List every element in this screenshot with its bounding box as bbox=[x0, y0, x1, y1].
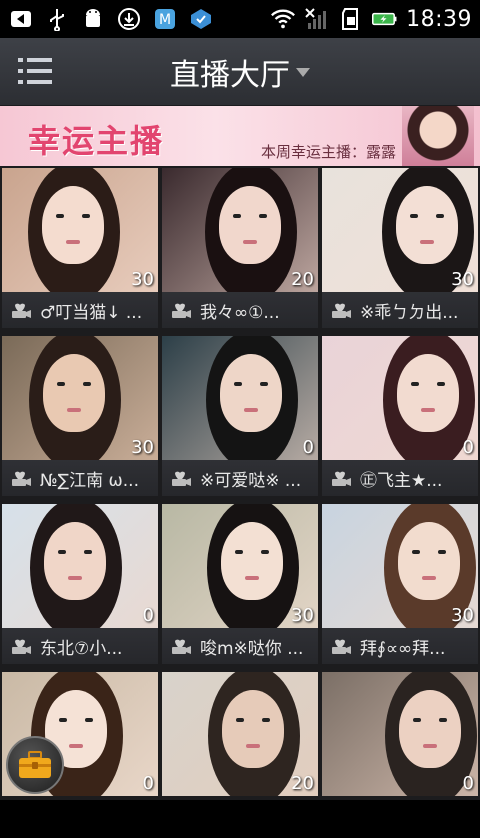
stream-caption: 唆m※哒你 ... bbox=[162, 628, 318, 664]
host-name: ※可爱哒※ ... bbox=[200, 470, 302, 491]
banner-subtitle: 本周幸运主播：露露 bbox=[260, 143, 396, 161]
heart-camera-icon bbox=[332, 303, 351, 318]
usb-icon bbox=[44, 6, 70, 32]
heart-camera-icon bbox=[332, 471, 351, 486]
viewer-count: 0 bbox=[462, 773, 474, 794]
host-name: 我々∞①... bbox=[200, 302, 280, 323]
stream-tile[interactable]: 0 bbox=[320, 670, 480, 838]
viewer-count: 0 bbox=[142, 605, 154, 626]
stream-caption: ㊣飞主★... bbox=[322, 460, 478, 496]
viewer-count: 20 bbox=[291, 269, 314, 290]
stream-thumbnail bbox=[322, 336, 478, 460]
android-debug-icon bbox=[80, 6, 106, 32]
host-name: ♂叮当猫↓ ... bbox=[40, 302, 143, 323]
list-menu-icon[interactable] bbox=[18, 56, 54, 86]
host-name: ※乖ㄅㄉ出... bbox=[360, 302, 459, 323]
lucky-host-banner[interactable]: 幸运主播 本周幸运主播：露露 bbox=[0, 106, 480, 166]
stream-caption: ※可爱哒※ ... bbox=[162, 460, 318, 496]
sd-card-icon bbox=[338, 6, 364, 32]
status-bar: M 18:39 bbox=[0, 0, 480, 38]
svg-text:M: M bbox=[159, 12, 171, 28]
viewer-count: 30 bbox=[451, 605, 474, 626]
stream-tile[interactable]: 30 唆m※哒你 ... bbox=[160, 502, 320, 670]
heart-camera-icon bbox=[12, 303, 31, 318]
stream-tile[interactable]: 0 ※可爱哒※ ... bbox=[160, 334, 320, 502]
banner-host-photo bbox=[402, 106, 474, 166]
stream-tile[interactable]: 30 №∑江南 ω... bbox=[0, 334, 160, 502]
header: 直播大厅 bbox=[0, 38, 480, 106]
stream-caption: ♂叮当猫↓ ... bbox=[2, 292, 158, 328]
banner-title: 幸运主播 bbox=[28, 122, 165, 160]
page-title: 直播大厅 bbox=[170, 57, 290, 93]
toolbox-icon bbox=[19, 751, 51, 778]
heart-camera-icon bbox=[12, 471, 31, 486]
back-icon bbox=[8, 6, 34, 32]
viewer-count: 30 bbox=[131, 269, 154, 290]
viewer-count: 0 bbox=[142, 773, 154, 794]
battery-charging-icon bbox=[372, 6, 398, 32]
viewer-count: 30 bbox=[451, 269, 474, 290]
stream-tile[interactable]: 0 ㊣飞主★... bbox=[320, 334, 480, 502]
clock: 18:39 bbox=[406, 6, 472, 32]
title-dropdown[interactable]: 直播大厅 bbox=[170, 50, 310, 94]
stream-caption: 拜∮∝∞拜... bbox=[322, 628, 478, 664]
viewer-count: 0 bbox=[462, 437, 474, 458]
stream-tile[interactable]: 30 ♂叮当猫↓ ... bbox=[0, 166, 160, 334]
stream-tile[interactable]: 30 ※乖ㄅㄉ出... bbox=[320, 166, 480, 334]
stream-caption: 我々∞①... bbox=[162, 292, 318, 328]
caret-down-icon bbox=[296, 68, 310, 77]
host-name: ㊣飞主★... bbox=[360, 470, 443, 491]
heart-camera-icon bbox=[172, 303, 191, 318]
no-signal-icon bbox=[304, 6, 330, 32]
app-m-icon: M bbox=[152, 6, 178, 32]
host-name: 唆m※哒你 ... bbox=[200, 638, 304, 659]
stream-tile[interactable]: 20 我々∞①... bbox=[160, 166, 320, 334]
stream-thumbnail bbox=[162, 336, 318, 460]
wifi-icon bbox=[270, 6, 296, 32]
stream-caption: 东北⑦小... bbox=[2, 628, 158, 664]
stream-tile[interactable]: 0 东北⑦小... bbox=[0, 502, 160, 670]
viewer-count: 30 bbox=[131, 437, 154, 458]
host-name: 东北⑦小... bbox=[40, 638, 123, 659]
stream-caption: ※乖ㄅㄉ出... bbox=[322, 292, 478, 328]
host-name: №∑江南 ω... bbox=[40, 470, 139, 491]
viewer-count: 20 bbox=[291, 773, 314, 794]
stream-grid: 30 ♂叮当猫↓ ... 20 我々∞①... 30 ※乖ㄅㄉ出... 30 №∑江南 ω..… bbox=[0, 166, 480, 800]
heart-camera-icon bbox=[12, 639, 31, 654]
stream-tile[interactable]: 20 bbox=[160, 670, 320, 838]
heart-camera-icon bbox=[332, 639, 351, 654]
stream-caption: №∑江南 ω... bbox=[2, 460, 158, 496]
notification-icon bbox=[188, 6, 214, 32]
viewer-count: 30 bbox=[291, 605, 314, 626]
stream-thumbnail bbox=[2, 504, 158, 628]
host-name: 拜∮∝∞拜... bbox=[360, 638, 446, 659]
stream-thumbnail bbox=[322, 672, 478, 796]
download-icon bbox=[116, 6, 142, 32]
viewer-count: 0 bbox=[302, 437, 314, 458]
stream-tile[interactable]: 30 拜∮∝∞拜... bbox=[320, 502, 480, 670]
toolbox-button[interactable] bbox=[6, 736, 64, 794]
heart-camera-icon bbox=[172, 639, 191, 654]
heart-camera-icon bbox=[172, 471, 191, 486]
